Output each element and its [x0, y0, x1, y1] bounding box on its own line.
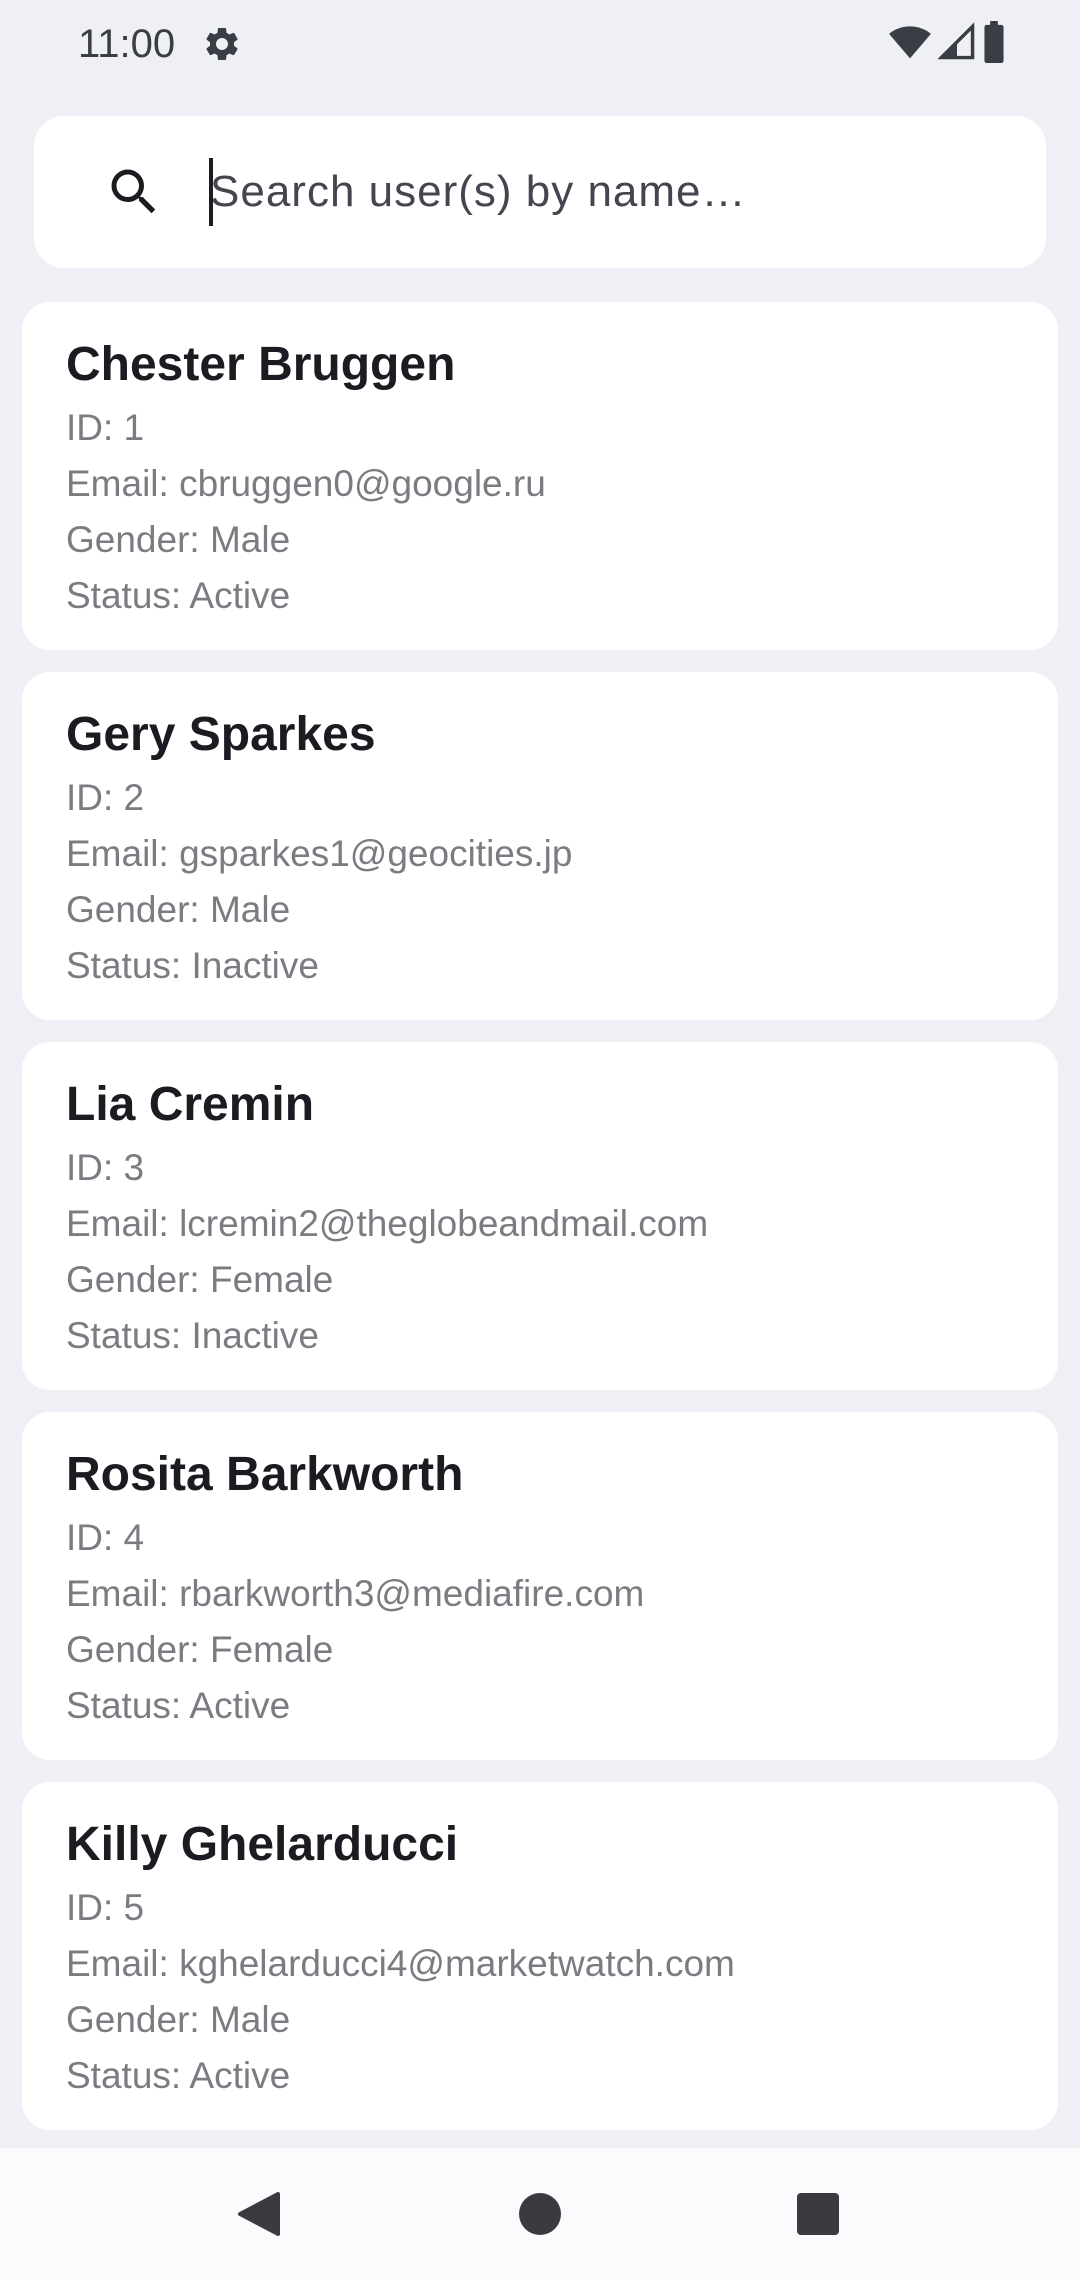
status-icons	[888, 20, 1006, 68]
user-list[interactable]: Chester Bruggen ID: 1 Email: cbruggen0@g…	[22, 302, 1058, 2144]
user-card[interactable]: Killy Ghelarducci ID: 5 Email: kghelardu…	[22, 1782, 1058, 2130]
user-gender: Gender: Female	[66, 1629, 334, 1670]
user-name: Killy Ghelarducci	[66, 1818, 459, 1871]
user-gender: Gender: Female	[66, 1259, 334, 1300]
cellular-signal-icon	[937, 21, 976, 67]
user-email: Email: cbruggen0@google.ru	[66, 463, 546, 504]
user-gender: Gender: Male	[66, 519, 291, 560]
user-email: Email: gsparkes1@geocities.jp	[66, 833, 573, 874]
user-email: Email: lcremin2@theglobeandmail.com	[66, 1203, 709, 1244]
user-status: Status: Inactive	[66, 1315, 319, 1356]
wifi-icon	[888, 22, 932, 67]
search-icon[interactable]	[104, 162, 164, 222]
recents-icon[interactable]	[797, 2193, 839, 2235]
user-name: Lia Cremin	[66, 1078, 315, 1131]
search-input[interactable]	[210, 154, 1010, 230]
back-icon[interactable]	[236, 2190, 282, 2238]
user-id: ID: 5	[66, 1887, 145, 1928]
text-cursor	[209, 158, 213, 226]
user-id: ID: 2	[66, 777, 145, 818]
user-status: Status: Active	[66, 575, 291, 616]
user-id: ID: 3	[66, 1147, 145, 1188]
user-email: Email: kghelarducci4@marketwatch.com	[66, 1943, 735, 1984]
user-status: Status: Active	[66, 1685, 291, 1726]
user-card[interactable]: Gery Sparkes ID: 2 Email: gsparkes1@geoc…	[22, 672, 1058, 1020]
search-bar[interactable]	[34, 116, 1046, 268]
user-name: Rosita Barkworth	[66, 1448, 464, 1501]
user-status: Status: Inactive	[66, 945, 319, 986]
user-card[interactable]: Rosita Barkworth ID: 4 Email: rbarkworth…	[22, 1412, 1058, 1760]
user-status: Status: Active	[66, 2055, 291, 2096]
user-name: Chester Bruggen	[66, 338, 456, 391]
user-card[interactable]: Chester Bruggen ID: 1 Email: cbruggen0@g…	[22, 302, 1058, 650]
battery-icon	[982, 20, 1006, 68]
user-name: Gery Sparkes	[66, 708, 376, 761]
user-id: ID: 1	[66, 407, 145, 448]
user-card[interactable]: Lia Cremin ID: 3 Email: lcremin2@theglob…	[22, 1042, 1058, 1390]
user-email: Email: rbarkworth3@mediafire.com	[66, 1573, 645, 1614]
status-time: 11:00	[78, 22, 176, 66]
user-id: ID: 4	[66, 1517, 145, 1558]
navigation-bar	[0, 2148, 1080, 2280]
user-gender: Gender: Male	[66, 1999, 291, 2040]
gear-icon	[202, 24, 242, 64]
status-bar: 11:00	[0, 0, 1080, 88]
home-icon[interactable]	[519, 2193, 561, 2235]
user-gender: Gender: Male	[66, 889, 291, 930]
